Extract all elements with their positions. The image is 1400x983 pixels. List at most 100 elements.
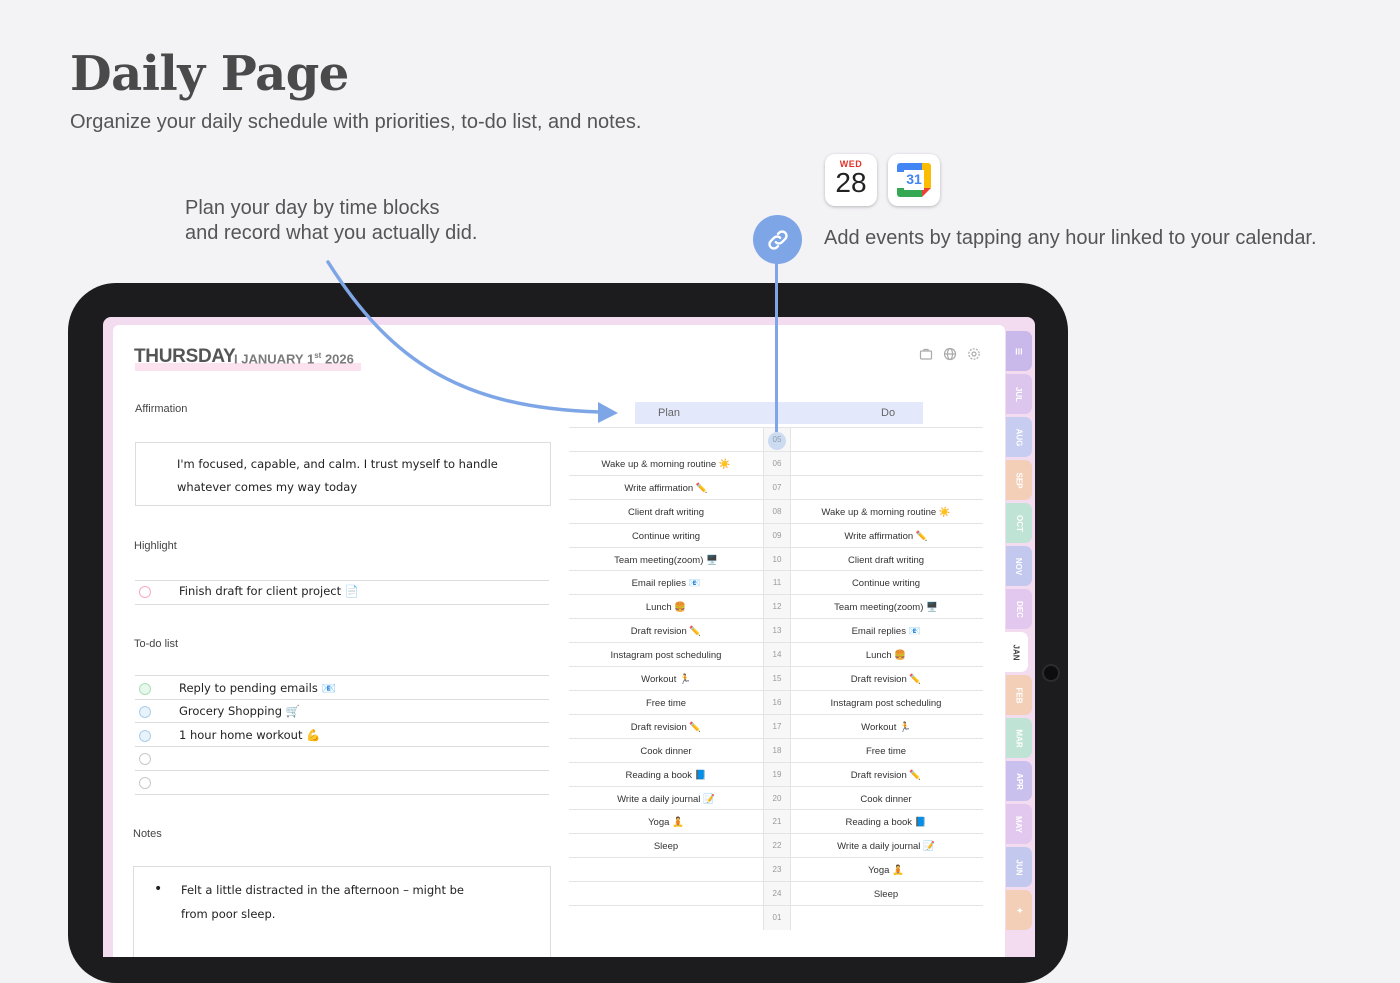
month-tab[interactable]: JUL: [1006, 374, 1032, 414]
hour-cell[interactable]: 17: [763, 714, 791, 739]
hour-cell[interactable]: 14: [763, 643, 791, 668]
month-tab[interactable]: ✦: [1006, 890, 1032, 930]
do-column-header: Do: [881, 407, 896, 419]
month-tab-label: MAY: [1014, 815, 1024, 833]
do-cell[interactable]: Reading a book 📘: [789, 817, 983, 828]
do-cell[interactable]: Free time: [789, 746, 983, 757]
plan-cell[interactable]: Instagram post scheduling: [569, 650, 763, 661]
plan-cell[interactable]: Email replies 📧: [569, 578, 763, 589]
month-tabs: ☰ JUL AUG SEP OCT NOV DEC JAN FEB MAR APR MAY JUN ✦: [1004, 331, 1034, 957]
schedule-row: Sleep 22 Write a daily journal 📝: [569, 833, 983, 859]
link-connector-line: [775, 262, 778, 432]
todo-rule: [135, 722, 549, 723]
do-cell[interactable]: Workout 🏃: [789, 722, 983, 733]
do-cell[interactable]: Cook dinner: [789, 794, 983, 805]
plan-cell[interactable]: Draft revision ✏️: [569, 722, 763, 733]
hour-cell[interactable]: 21: [763, 810, 791, 835]
do-cell[interactable]: Team meeting(zoom) 🖥️: [789, 602, 983, 613]
do-cell[interactable]: Client draft writing: [789, 555, 983, 566]
month-tab[interactable]: APR: [1006, 761, 1032, 801]
month-tab[interactable]: DEC: [1006, 589, 1032, 629]
plan-cell[interactable]: Team meeting(zoom) 🖥️: [569, 555, 763, 566]
do-cell[interactable]: Draft revision ✏️: [789, 770, 983, 781]
todo-check[interactable]: [139, 683, 151, 695]
plan-cell[interactable]: Lunch 🍔: [569, 602, 763, 613]
briefcase-icon[interactable]: [919, 347, 933, 361]
hour-cell[interactable]: 08: [763, 499, 791, 524]
do-cell[interactable]: Instagram post scheduling: [789, 698, 983, 709]
todo-text: Grocery Shopping 🛒: [179, 704, 300, 718]
hour-cell[interactable]: 18: [763, 738, 791, 763]
hour-cell[interactable]: 22: [763, 834, 791, 859]
plan-cell[interactable]: Reading a book 📘: [569, 770, 763, 781]
plan-cell[interactable]: Draft revision ✏️: [569, 626, 763, 637]
todo-rule: [135, 770, 549, 771]
hour-cell[interactable]: 01: [763, 906, 791, 930]
plan-cell[interactable]: Write a daily journal 📝: [569, 794, 763, 805]
todo-check[interactable]: [139, 730, 151, 742]
plan-cell[interactable]: Continue writing: [569, 531, 763, 542]
month-tab[interactable]: MAY: [1006, 804, 1032, 844]
plan-cell[interactable]: Workout 🏃: [569, 674, 763, 685]
hour-cell[interactable]: 23: [763, 858, 791, 883]
month-tab[interactable]: SEP: [1006, 460, 1032, 500]
google-calendar-day: 31: [906, 171, 922, 187]
todo-check[interactable]: [139, 777, 151, 789]
plan-cell[interactable]: Sleep: [569, 841, 763, 852]
notes-box[interactable]: • Felt a little distracted in the aftern…: [133, 866, 551, 957]
month-tab[interactable]: NOV: [1006, 546, 1032, 586]
todo-text: 1 hour home workout 💪: [179, 728, 321, 742]
hour-cell[interactable]: 24: [763, 882, 791, 907]
hour-cell[interactable]: 12: [763, 595, 791, 620]
plan-cell[interactable]: Write affirmation ✏️: [569, 483, 763, 494]
highlight-check[interactable]: [139, 586, 151, 598]
do-cell[interactable]: Write a daily journal 📝: [789, 841, 983, 852]
hour-cell[interactable]: 20: [763, 786, 791, 811]
month-tab[interactable]: OCT: [1006, 503, 1032, 543]
affirmation-box[interactable]: I'm focused, capable, and calm. I trust …: [135, 442, 551, 506]
hour-cell[interactable]: 13: [763, 619, 791, 644]
month-tab-label: NOV: [1014, 557, 1024, 575]
globe-icon[interactable]: [943, 347, 957, 361]
settings-icon[interactable]: [967, 347, 981, 361]
plan-cell[interactable]: Wake up & morning routine ☀️: [569, 459, 763, 470]
month-tab-label: JUN: [1014, 858, 1024, 876]
do-cell[interactable]: Wake up & morning routine ☀️: [789, 507, 983, 518]
do-cell[interactable]: Sleep: [789, 889, 983, 900]
hour-cell[interactable]: 09: [763, 523, 791, 548]
hour-cell[interactable]: 06: [763, 451, 791, 476]
do-cell[interactable]: Email replies 📧: [789, 626, 983, 637]
do-cell[interactable]: Lunch 🍔: [789, 650, 983, 661]
hour-cell[interactable]: 11: [763, 571, 791, 596]
month-tab[interactable]: JAN: [1004, 632, 1028, 672]
link-target-dot: [768, 432, 786, 450]
month-tab-label: FEB: [1014, 687, 1024, 703]
do-cell[interactable]: Continue writing: [789, 578, 983, 589]
plan-column-header: Plan: [658, 407, 681, 419]
hour-cell[interactable]: 07: [763, 475, 791, 500]
todo-check[interactable]: [139, 706, 151, 718]
plan-cell[interactable]: Client draft writing: [569, 507, 763, 518]
month-tab[interactable]: MAR: [1006, 718, 1032, 758]
month-tab[interactable]: ☰: [1006, 331, 1032, 371]
date-year: 2026: [321, 351, 354, 367]
plan-cell[interactable]: Yoga 🧘: [569, 817, 763, 828]
plan-cell[interactable]: Free time: [569, 698, 763, 709]
schedule-row: Wake up & morning routine ☀️ 06: [569, 450, 983, 476]
schedule-row: 01: [569, 905, 983, 930]
highlight-label: Highlight: [134, 540, 177, 552]
schedule-row: 24 Sleep: [569, 881, 983, 907]
do-cell[interactable]: Write affirmation ✏️: [789, 531, 983, 542]
month-tab[interactable]: JUN: [1006, 847, 1032, 887]
hour-cell[interactable]: 10: [763, 547, 791, 572]
do-cell[interactable]: Draft revision ✏️: [789, 674, 983, 685]
hour-cell[interactable]: 19: [763, 762, 791, 787]
hour-cell[interactable]: 16: [763, 690, 791, 715]
todo-check[interactable]: [139, 753, 151, 765]
plan-cell[interactable]: Cook dinner: [569, 746, 763, 757]
hour-cell[interactable]: 15: [763, 667, 791, 691]
month-tab[interactable]: AUG: [1006, 417, 1032, 457]
month-tab[interactable]: FEB: [1006, 675, 1032, 715]
do-cell[interactable]: Yoga 🧘: [789, 865, 983, 876]
date-label: I JANUARY 1st 2026: [234, 351, 354, 366]
